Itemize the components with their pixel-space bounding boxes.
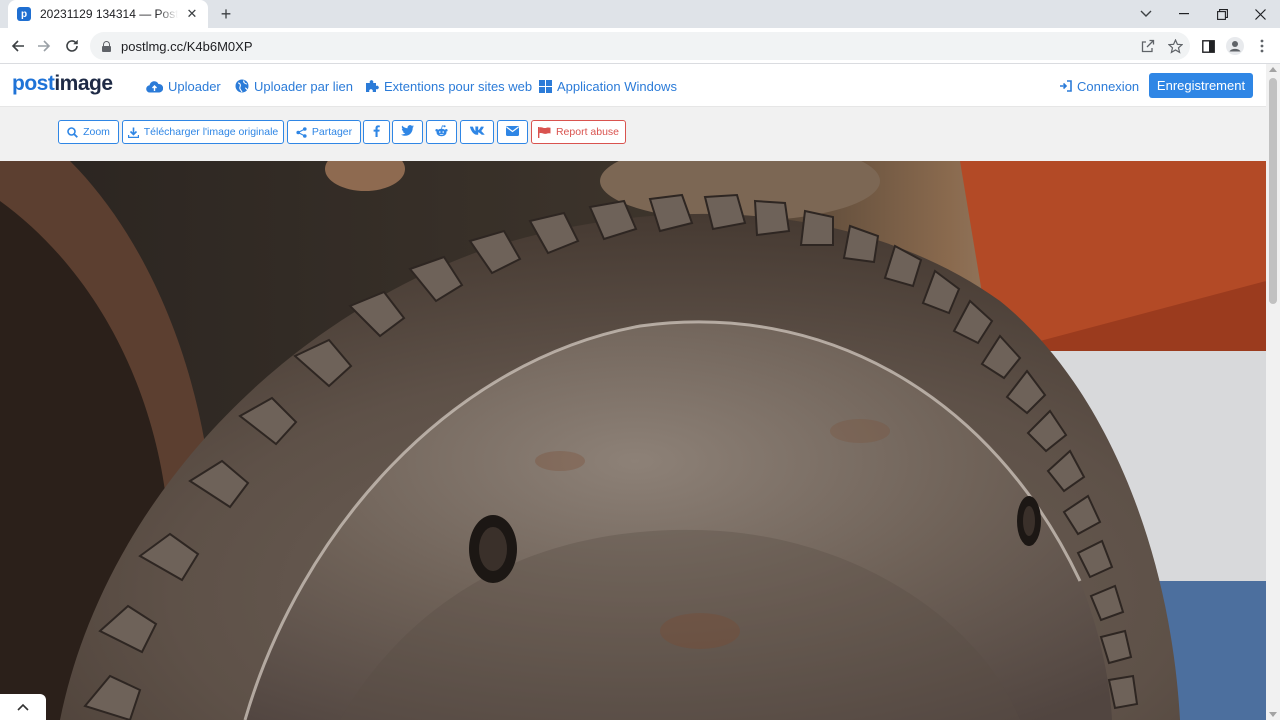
windows-logo-icon xyxy=(539,79,552,93)
magnifier-icon xyxy=(67,126,79,138)
browser-tab[interactable]: p 20231129 134314 — Postimages ✕ xyxy=(8,0,208,28)
facebook-share-button[interactable] xyxy=(363,120,390,144)
reddit-share-button[interactable] xyxy=(426,120,457,144)
chevron-up-icon xyxy=(17,698,29,716)
browser-menu-icon[interactable] xyxy=(1252,36,1272,56)
profile-avatar-icon[interactable] xyxy=(1225,36,1245,56)
image-action-bar: Zoom Télécharger l'image originale Parta… xyxy=(0,107,1266,161)
vk-share-button[interactable] xyxy=(460,120,494,144)
url-text[interactable]: postlmg.cc/K4b6M0XP xyxy=(121,39,253,54)
close-tab-icon[interactable]: ✕ xyxy=(184,6,200,22)
tab-title: 20231129 134314 — Postimages xyxy=(40,7,178,21)
email-share-button[interactable] xyxy=(497,120,528,144)
new-tab-icon[interactable]: + xyxy=(216,4,236,24)
cloud-upload-icon xyxy=(146,80,163,93)
page-scrollbar[interactable] xyxy=(1266,64,1280,720)
gear-photo-illustration xyxy=(0,161,1266,720)
postimage-logo[interactable]: postimage xyxy=(12,72,113,96)
side-panel-icon[interactable] xyxy=(1198,36,1218,56)
minimize-icon[interactable] xyxy=(1165,0,1203,28)
back-arrow-icon[interactable] xyxy=(6,34,30,58)
scrollbar-thumb[interactable] xyxy=(1269,78,1277,304)
back-to-top-button[interactable] xyxy=(0,694,46,720)
forward-arrow-icon[interactable] xyxy=(32,34,56,58)
nav-uploader[interactable]: Uploader xyxy=(146,76,221,96)
download-original-button[interactable]: Télécharger l'image originale xyxy=(122,120,284,144)
browser-tab-bar: p 20231129 134314 — Postimages ✕ + xyxy=(0,0,1280,28)
share-button[interactable]: Partager xyxy=(287,120,361,144)
nav-windows-app[interactable]: Application Windows xyxy=(539,76,677,96)
address-bar[interactable]: postlmg.cc/K4b6M0XP xyxy=(90,32,1190,60)
reload-icon[interactable] xyxy=(60,34,84,58)
twitter-bird-icon xyxy=(401,125,414,139)
scroll-up-arrow-icon[interactable] xyxy=(1269,67,1277,72)
report-abuse-button[interactable]: Report abuse xyxy=(531,120,626,144)
uploaded-image[interactable] xyxy=(0,161,1266,720)
zoom-button[interactable]: Zoom xyxy=(58,120,119,144)
lock-icon[interactable] xyxy=(102,40,111,52)
share-nodes-icon xyxy=(296,126,307,138)
download-icon xyxy=(127,127,139,138)
close-window-icon[interactable] xyxy=(1241,0,1279,28)
bookmark-star-icon[interactable] xyxy=(1165,36,1185,56)
site-header: postimage Uploader Uploader par lien Ext… xyxy=(0,64,1266,107)
postimages-favicon-icon: p xyxy=(17,7,31,21)
globe-icon xyxy=(235,79,249,93)
tab-search-chevron-icon[interactable] xyxy=(1127,0,1165,28)
browser-toolbar: postlmg.cc/K4b6M0XP xyxy=(0,28,1280,64)
scroll-down-arrow-icon[interactable] xyxy=(1269,712,1277,717)
sign-in-icon xyxy=(1060,80,1072,92)
puzzle-piece-icon xyxy=(365,79,379,93)
nav-extensions[interactable]: Extentions pour sites web xyxy=(365,76,532,96)
flag-icon xyxy=(537,126,551,138)
envelope-icon xyxy=(506,125,519,139)
reddit-icon xyxy=(435,124,448,140)
register-button[interactable]: Enregistrement xyxy=(1149,73,1253,98)
vk-icon xyxy=(469,126,485,138)
share-page-icon[interactable] xyxy=(1138,36,1158,56)
nav-uploader-link[interactable]: Uploader par lien xyxy=(235,76,353,96)
restore-icon[interactable] xyxy=(1203,0,1241,28)
facebook-icon xyxy=(373,124,380,140)
login-link[interactable]: Connexion xyxy=(1060,76,1139,96)
twitter-share-button[interactable] xyxy=(392,120,423,144)
